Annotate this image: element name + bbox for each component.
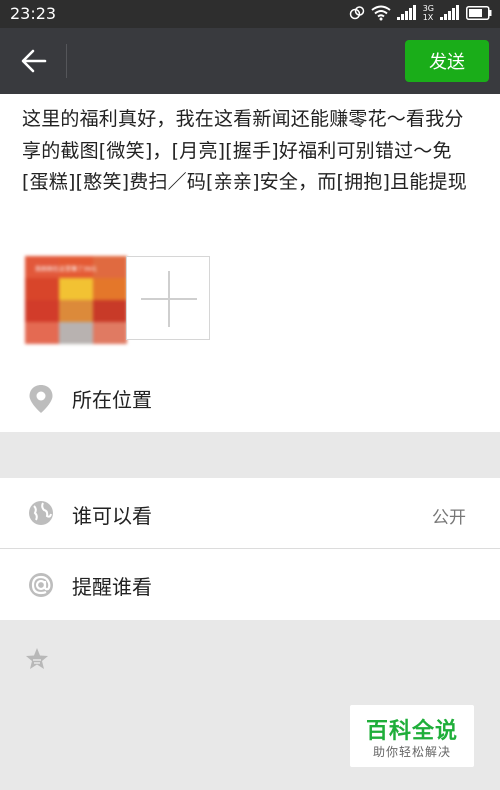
signal-3g-icon xyxy=(440,5,459,20)
signal-1x-icon xyxy=(396,5,416,20)
sync-icon xyxy=(349,6,364,20)
visibility-row[interactable]: 谁可以看 公开 xyxy=(0,478,500,548)
signal-label: 1X xyxy=(422,13,434,22)
post-text[interactable]: 这里的福利真好，我在这看新闻还能赚零花～看我分享的截图[微笑]，[月亮][握手]… xyxy=(22,104,478,199)
globe-icon xyxy=(29,501,53,525)
toolbar-divider xyxy=(66,44,67,78)
location-row[interactable]: 所在位置 xyxy=(0,364,500,432)
star-icon[interactable] xyxy=(24,646,50,672)
status-bar: 23:23 3G 1X xyxy=(0,0,500,28)
toolbar: 发送 xyxy=(0,28,500,94)
back-button[interactable] xyxy=(14,42,54,80)
back-arrow-icon xyxy=(21,49,47,73)
location-label: 所在位置 xyxy=(72,388,152,412)
watermark-badge: 百科全说 助你轻松解决 xyxy=(350,705,474,767)
add-image-button[interactable] xyxy=(126,256,210,340)
at-mention-icon xyxy=(29,573,53,597)
watermark-subtitle: 助你轻松解决 xyxy=(372,745,451,759)
image-thumbnail[interactable]: 我刚刚在这里赚了39元 xyxy=(25,256,127,344)
remind-label: 提醒谁看 xyxy=(72,575,152,599)
status-time: 23:23 xyxy=(10,4,57,23)
compose-area: 这里的福利真好，我在这看新闻还能赚零花～看我分享的截图[微笑]，[月亮][握手]… xyxy=(0,94,500,364)
network-labels: 3G 1X xyxy=(423,4,434,22)
network-type: 3G xyxy=(422,4,434,13)
status-icons: 3G 1X xyxy=(349,4,492,22)
thumbnail-caption: 我刚刚在这里赚了39元 xyxy=(35,266,97,273)
visibility-value: 公开 xyxy=(432,508,466,528)
location-pin-icon xyxy=(29,385,53,413)
send-button[interactable]: 发送 xyxy=(405,40,489,82)
watermark-title: 百科全说 xyxy=(365,719,458,744)
visibility-label: 谁可以看 xyxy=(72,504,152,528)
battery-icon xyxy=(466,6,492,20)
remind-row[interactable]: 提醒谁看 xyxy=(0,549,500,620)
wifi-icon xyxy=(371,5,391,21)
